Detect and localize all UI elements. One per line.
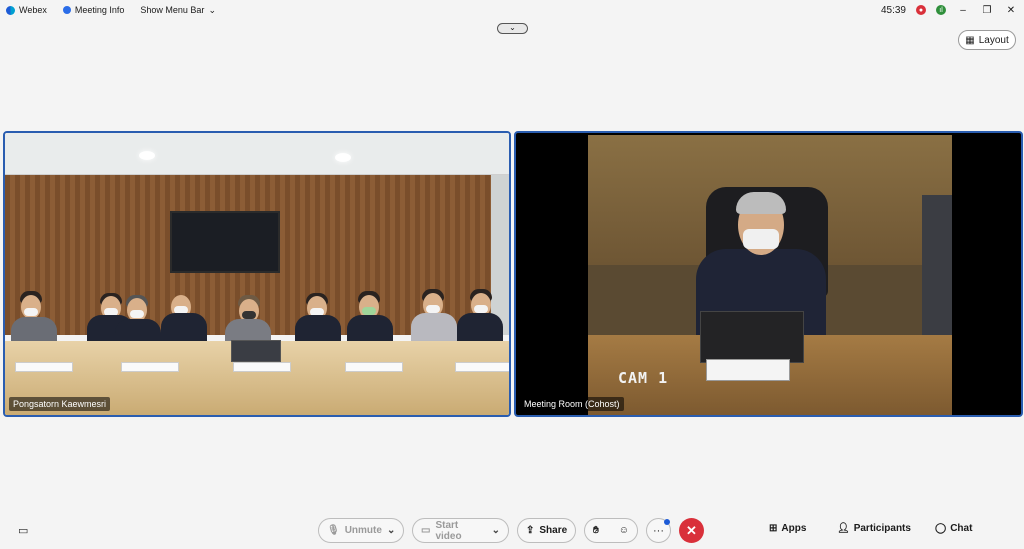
apps-label: Apps [781, 523, 807, 534]
nameplate [233, 362, 291, 372]
leave-meeting-button[interactable]: ✕ [679, 518, 704, 543]
webex-logo-icon [6, 5, 15, 15]
connection-icon[interactable]: ıl [936, 5, 946, 15]
nameplate [345, 362, 403, 372]
participants-icon: 👤︎ [837, 523, 850, 534]
camera-overlay-label: CAM 1 [618, 369, 669, 387]
ceiling [5, 133, 509, 175]
chat-icon: ◯ [935, 523, 947, 534]
chevron-down-icon: ⌄ [208, 4, 216, 15]
video-tile-pongsatorn[interactable]: Pongsatorn Kaewmesri [3, 131, 511, 417]
share-icon: ⇪ [526, 525, 535, 536]
nameplate [706, 359, 790, 381]
emoji-icon[interactable]: ☺ [619, 525, 629, 536]
microphone-off-icon: 🎙︎ [327, 525, 340, 536]
reactions-group: ✋︎ ☺ [584, 518, 638, 543]
unmute-button[interactable]: 🎙︎ Unmute ⌄ [318, 518, 404, 543]
chat-label: Chat [950, 523, 973, 534]
info-icon [62, 6, 71, 14]
ceiling-light [335, 153, 351, 162]
laptop [700, 311, 804, 363]
meeting-room-video: CAM 1 [588, 135, 952, 415]
apps-icon: ⊞ [769, 523, 778, 534]
camera-off-icon: ▭ [421, 525, 431, 536]
meeting-toolbar: ▭ 🎙︎ Unmute ⌄ ▭ Start video ⌄ ⇪ Share ✋︎… [0, 512, 1024, 549]
share-button[interactable]: ⇪ Share [517, 518, 576, 543]
unmute-label: Unmute [344, 525, 382, 536]
layout-label: Layout [978, 34, 1009, 46]
show-menu-bar-button[interactable]: Show Menu Bar ⌄ [140, 5, 216, 16]
meeting-info-button[interactable]: Meeting Info [62, 5, 125, 15]
participants-button[interactable]: 👤︎ Participants [837, 523, 911, 534]
wall-tv [170, 211, 280, 273]
laptop [231, 340, 281, 362]
chat-button[interactable]: ◯ Chat [935, 523, 972, 534]
app-name: Webex [19, 5, 47, 15]
wall-side [491, 175, 509, 335]
start-video-label: Start video [435, 519, 462, 542]
minimize-button[interactable]: – [956, 5, 970, 16]
recording-icon[interactable]: ● [916, 5, 926, 15]
captions-icon[interactable]: ▭ [18, 524, 28, 537]
meeting-timer: 45:39 [880, 4, 906, 16]
raise-hand-icon[interactable]: ✋︎ [593, 525, 599, 536]
nameplate [121, 362, 179, 372]
share-label: Share [539, 525, 568, 536]
notification-badge [664, 519, 670, 525]
participant-name-label: Meeting Room (Cohost) [520, 397, 624, 411]
ceiling-light [139, 151, 155, 160]
face-mask [743, 229, 779, 249]
participant-name-label: Pongsatorn Kaewmesri [9, 397, 111, 411]
layout-icon: ▦ [965, 34, 975, 46]
chevron-down-icon[interactable]: ⌄ [387, 525, 395, 536]
more-icon: ··· [653, 524, 664, 537]
close-window-button[interactable]: ✕ [1004, 5, 1018, 16]
collapse-toggle[interactable]: ⌄ [497, 23, 528, 34]
layout-button[interactable]: ▦ Layout [958, 30, 1016, 50]
close-icon: ✕ [686, 522, 697, 538]
nameplate [455, 362, 509, 372]
start-video-button[interactable]: ▭ Start video ⌄ [412, 518, 509, 543]
participants-label: Participants [853, 523, 911, 534]
apps-button[interactable]: ⊞ Apps [769, 523, 806, 534]
show-menu-bar-label: Show Menu Bar [140, 5, 205, 15]
restore-button[interactable]: ❐ [980, 5, 994, 16]
meeting-info-label: Meeting Info [74, 5, 125, 15]
video-tile-meeting-room[interactable]: CAM 1 Meeting Room (Cohost) [514, 131, 1023, 417]
nameplate [15, 362, 73, 372]
chevron-down-icon[interactable]: ⌄ [492, 525, 500, 536]
app-menu[interactable]: Webex [6, 5, 47, 15]
title-bar: Webex Meeting Info Show Menu Bar ⌄ 45:39… [0, 0, 1024, 20]
chevron-down-icon: ⌄ [509, 23, 516, 32]
